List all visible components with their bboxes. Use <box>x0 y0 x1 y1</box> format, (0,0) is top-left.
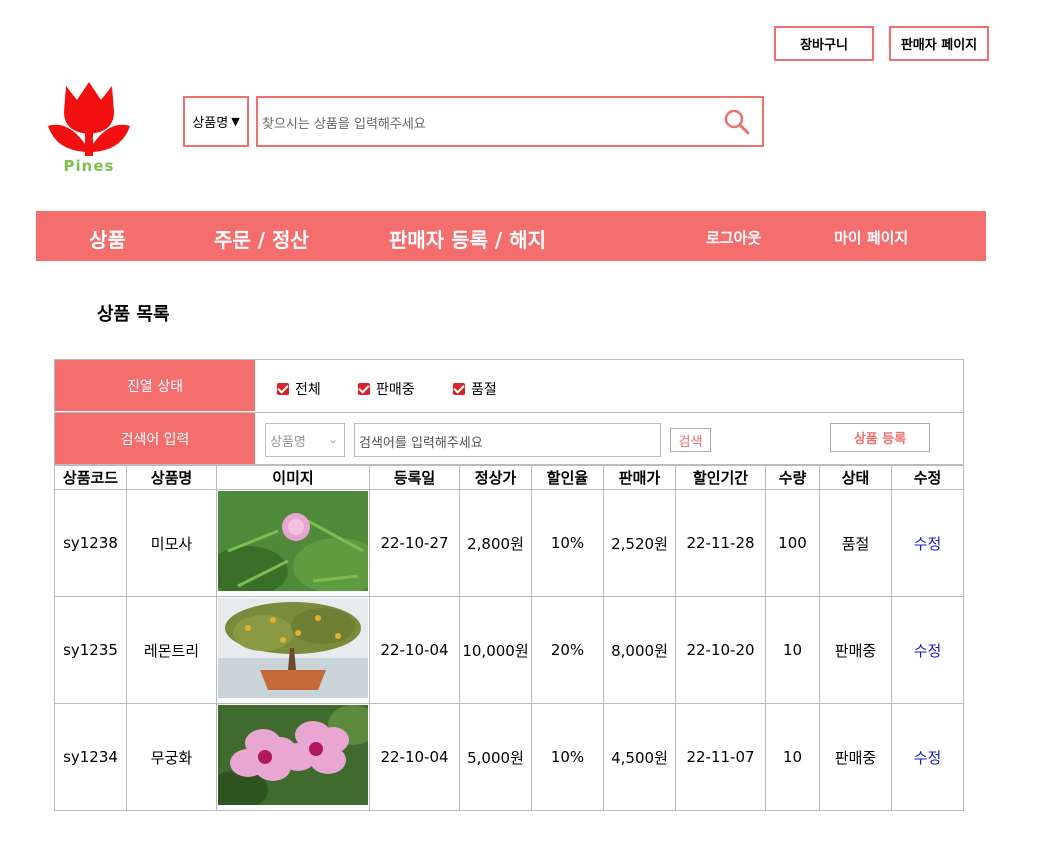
product-table: 상품코드 상품명 이미지 등록일 정상가 할인율 판매가 할인기간 수량 상태 … <box>54 465 964 811</box>
checkbox-all-label: 전체 <box>295 382 321 398</box>
col-price: 정상가 <box>459 465 532 490</box>
filter-search-button[interactable]: 검색 <box>670 428 711 452</box>
filter-panel: 진열 상태 검색어 입력 전체 판매중 품절 상품명 ⌄ 검색어를 입력해주세요… <box>54 359 964 465</box>
checkbox-soldout[interactable]: 품절 <box>453 379 497 399</box>
edit-link[interactable]: 수정 <box>891 489 964 597</box>
col-date: 등록일 <box>369 465 460 490</box>
status: 품절 <box>819 489 892 597</box>
discount-period: 22-10-20 <box>675 596 766 704</box>
table-row: sy1238 미모사 22-10-27 2,800원 10% 2,520원 22… <box>54 489 964 597</box>
product-name: 무궁화 <box>126 703 217 811</box>
col-sale: 판매가 <box>603 465 676 490</box>
discount-rate: 10% <box>531 489 604 597</box>
product-name: 레몬트리 <box>126 596 217 704</box>
chevron-down-icon: ⌄ <box>327 432 338 446</box>
checkbox-onsale-label: 판매중 <box>376 382 415 398</box>
regular-price: 5,000원 <box>459 703 532 811</box>
sale-price: 8,000원 <box>603 596 676 704</box>
cart-button[interactable]: 장바구니 <box>774 26 874 61</box>
checkbox-all[interactable]: 전체 <box>277 379 321 399</box>
search-term-label: 검색어 입력 <box>55 413 255 464</box>
product-name: 미모사 <box>126 489 217 597</box>
search-input[interactable]: 찾으시는 상품을 입력해주세요 <box>262 113 426 132</box>
discount-rate: 20% <box>531 596 604 704</box>
edit-link[interactable]: 수정 <box>891 596 964 704</box>
checkbox-checked-icon[interactable] <box>277 383 289 395</box>
checkbox-onsale[interactable]: 판매중 <box>358 379 415 399</box>
discount-rate: 10% <box>531 703 604 811</box>
col-rate: 할인율 <box>531 465 604 490</box>
edit-link[interactable]: 수정 <box>891 703 964 811</box>
product-code: sy1235 <box>54 596 127 704</box>
status: 판매중 <box>819 703 892 811</box>
table-row: sy1234 무궁화 22-10-04 5,000원 10% 4,500원 22… <box>54 703 964 811</box>
regular-price: 10,000원 <box>459 596 532 704</box>
register-date: 22-10-04 <box>369 703 460 811</box>
search-category-value: 상품명 <box>192 116 229 131</box>
nav-item-orders[interactable]: 주문 / 정산 <box>214 224 309 253</box>
col-qty: 수량 <box>765 465 820 490</box>
col-period: 할인기간 <box>675 465 766 490</box>
register-product-button[interactable]: 상품 등록 <box>830 423 930 452</box>
regular-price: 2,800원 <box>459 489 532 597</box>
nav-logout[interactable]: 로그아웃 <box>706 227 761 248</box>
checkbox-checked-icon[interactable] <box>358 383 370 395</box>
table-row: sy1235 레몬트리 22-10-04 10,000원 20% 8,000원 … <box>54 596 964 704</box>
seller-page-button[interactable]: 판매자 페이지 <box>889 26 989 61</box>
search-box[interactable]: 찾으시는 상품을 입력해주세요 <box>256 96 764 147</box>
quantity: 10 <box>765 596 820 704</box>
table-header-row: 상품코드 상품명 이미지 등록일 정상가 할인율 판매가 할인기간 수량 상태 … <box>54 465 964 490</box>
filter-search-input[interactable]: 검색어를 입력해주세요 <box>354 423 661 457</box>
col-edit: 수정 <box>891 465 964 490</box>
product-code: sy1238 <box>54 489 127 597</box>
product-code: sy1234 <box>54 703 127 811</box>
sale-price: 4,500원 <box>603 703 676 811</box>
filter-category-select[interactable]: 상품명 ⌄ <box>265 423 345 457</box>
status: 판매중 <box>819 596 892 704</box>
product-image-mimosa <box>208 489 383 597</box>
col-image: 이미지 <box>216 465 370 490</box>
page-title: 상품 목록 <box>97 304 170 325</box>
quantity: 10 <box>765 703 820 811</box>
nav-item-products[interactable]: 상품 <box>89 224 126 253</box>
search-category-select[interactable]: 상품명 ▼ <box>183 96 249 147</box>
checkbox-checked-icon[interactable] <box>453 383 465 395</box>
product-image-lemon-tree <box>216 596 370 704</box>
nav-mypage[interactable]: 마이 페이지 <box>834 227 908 248</box>
filter-category-value: 상품명 <box>270 434 306 450</box>
display-status-label: 진열 상태 <box>55 360 255 411</box>
logo-text: Pines <box>63 157 115 175</box>
checkbox-soldout-label: 품절 <box>471 382 497 398</box>
col-code: 상품코드 <box>54 465 127 490</box>
discount-period: 22-11-07 <box>675 703 766 811</box>
register-date: 22-10-04 <box>369 596 460 704</box>
search-icon[interactable] <box>724 109 750 135</box>
main-nav: 상품 주문 / 정산 판매자 등록 / 해지 로그아웃 마이 페이지 <box>36 211 986 261</box>
col-name: 상품명 <box>126 465 217 490</box>
chevron-down-icon: ▼ <box>231 115 240 128</box>
col-status: 상태 <box>819 465 892 490</box>
quantity: 100 <box>765 489 820 597</box>
product-image-hibiscus <box>208 703 378 811</box>
sale-price: 2,520원 <box>603 489 676 597</box>
register-date: 22-10-27 <box>369 489 460 597</box>
nav-item-seller-register[interactable]: 판매자 등록 / 해지 <box>389 224 546 253</box>
discount-period: 22-11-28 <box>675 489 766 597</box>
